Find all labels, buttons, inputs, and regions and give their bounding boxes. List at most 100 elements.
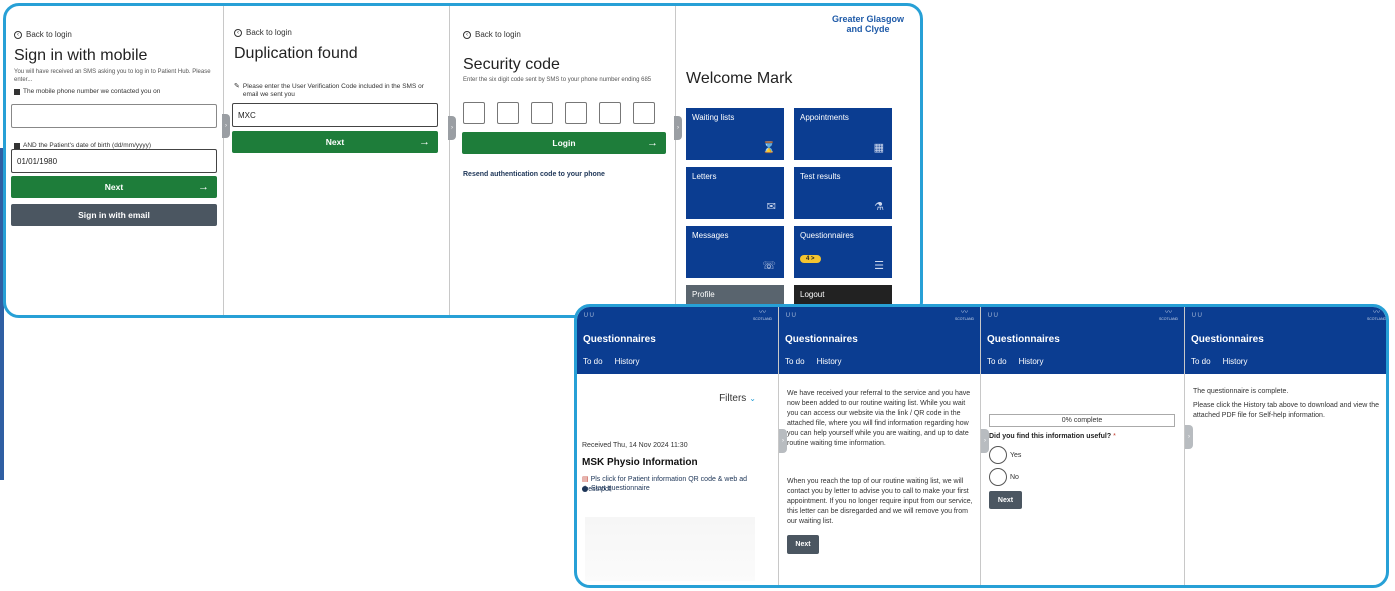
page-title: Duplication found — [234, 45, 358, 62]
welcome-heading: Welcome Mark — [686, 70, 793, 87]
login-button[interactable]: Login → — [462, 132, 666, 154]
resend-code-link[interactable]: Resend authentication code to your phone — [463, 171, 605, 178]
pdf-icon: ▤ — [582, 476, 589, 483]
microscope-icon: ⚗ — [874, 201, 884, 213]
tab-todo[interactable]: To do — [1191, 357, 1211, 366]
phone-label: The mobile phone number we contacted you… — [14, 88, 219, 96]
app-header: ∪∪ 〰 SCOTLAND Questionnaires To do Histor… — [779, 307, 980, 374]
page-title: Questionnaires — [987, 334, 1060, 345]
tile-appointments[interactable]: Appointments ▦ — [794, 108, 892, 160]
chat-icon: ☏ — [762, 260, 776, 272]
questionnaire-flow-frame: ∪∪ 〰 SCOTLAND Questionnaires To do Histor… — [574, 304, 1389, 588]
tab-bar: To do History — [987, 357, 1043, 366]
tile-messages[interactable]: Messages ☏ — [686, 226, 784, 278]
blurred-area — [585, 517, 755, 581]
sign-in-email-button[interactable]: Sign in with email — [11, 204, 217, 226]
page-title: Questionnaires — [583, 334, 656, 345]
calendar-icon: ▦ — [873, 142, 884, 154]
radio-circle[interactable] — [989, 468, 1007, 486]
complete-message: The questionnaire is complete. — [1193, 388, 1289, 395]
tile-waiting-lists[interactable]: Waiting lists ⌛ — [686, 108, 784, 160]
app-header: ∪∪ 〰 SCOTLAND Questionnaires To do Histor… — [981, 307, 1184, 374]
tile-test-results[interactable]: Test results ⚗ — [794, 167, 892, 219]
tab-bar: To do History — [583, 357, 639, 366]
back-to-login-link[interactable]: ‹ Back to login — [234, 28, 292, 37]
question-text: Did you find this information useful? * — [989, 433, 1116, 440]
next-button[interactable]: Next → — [232, 131, 438, 153]
security-code-screen: ‹ Back to login Security code Enter the … — [450, 6, 682, 315]
next-button[interactable]: Next → — [11, 176, 217, 198]
tab-todo[interactable]: To do — [583, 357, 603, 366]
app-header: ∪∪ 〰 SCOTLAND Questionnaires To do Histor… — [1185, 307, 1386, 374]
questionnaires-list-screen: ∪∪ 〰 SCOTLAND Questionnaires To do Histor… — [577, 307, 779, 585]
phone-input[interactable] — [11, 104, 217, 128]
collage: ‹ Back to login Sign in with mobile You … — [0, 0, 1395, 591]
code-digit-6[interactable] — [633, 102, 655, 124]
questionnaire-heading: MSK Physio Information — [582, 457, 698, 468]
dob-input[interactable]: 01/01/1980 — [11, 149, 217, 173]
hourglass-icon: ⌛ — [762, 142, 776, 154]
tab-history[interactable]: History — [817, 357, 842, 366]
radio-yes[interactable]: Yes — [989, 446, 1021, 464]
tab-history[interactable]: History — [615, 357, 640, 366]
page-title: Questionnaires — [785, 334, 858, 345]
filters-button[interactable]: Filters ⌄ — [719, 393, 756, 404]
sign-in-mobile-screen: ‹ Back to login Sign in with mobile You … — [6, 6, 230, 315]
tab-todo[interactable]: To do — [785, 357, 805, 366]
tab-history[interactable]: History — [1019, 357, 1044, 366]
scotland-logo: 〰 SCOTLAND — [752, 309, 772, 321]
start-questionnaire-link[interactable]: Start questionnaire — [582, 485, 650, 492]
code-hint: Enter the six digit code sent by SMS to … — [463, 77, 652, 83]
tab-history[interactable]: History — [1223, 357, 1248, 366]
tile-questionnaires[interactable]: Questionnaires 4 > ☰ — [794, 226, 892, 278]
history-instructions: Please click the History tab above to do… — [1193, 402, 1379, 419]
chevron-down-icon: ⌄ — [749, 394, 756, 403]
intro-text: You will have received an SMS asking you… — [14, 69, 211, 83]
progress-indicator: 0% complete — [989, 414, 1175, 427]
received-date: Received Thu, 14 Nov 2024 11:30 — [582, 442, 688, 449]
nhs-logo-icon: ∪∪ — [987, 310, 999, 319]
flow-arrow-icon: › — [779, 429, 787, 453]
radio-circle[interactable] — [989, 446, 1007, 464]
clipboard-icon: ☰ — [874, 260, 884, 272]
scotland-logo: 〰 SCOTLAND — [1158, 309, 1178, 321]
tab-todo[interactable]: To do — [987, 357, 1007, 366]
next-button[interactable]: Next — [989, 491, 1022, 509]
arrow-right-icon: → — [647, 137, 658, 149]
nhs-logo-icon: ∪∪ — [785, 310, 797, 319]
back-arrow-icon: ‹ — [14, 30, 22, 39]
code-digit-2[interactable] — [497, 102, 519, 124]
back-to-login-link[interactable]: ‹ Back to login — [463, 30, 521, 39]
radio-no[interactable]: No — [989, 468, 1019, 486]
back-arrow-icon: ‹ — [463, 30, 471, 39]
nhs-logo-icon: ∪∪ — [1191, 310, 1203, 319]
duplication-found-screen: ‹ Back to login Duplication found ✎ Plea… — [224, 6, 456, 315]
questionnaires-count-badge: 4 > — [800, 255, 821, 263]
scotland-logo: 〰 SCOTLAND — [1366, 309, 1386, 321]
scotland-logo: 〰 SCOTLAND — [954, 309, 974, 321]
back-to-login-link[interactable]: ‹ Back to login — [14, 30, 72, 39]
page-title: Questionnaires — [1191, 334, 1264, 345]
next-button[interactable]: Next — [787, 535, 819, 554]
flow-arrow-icon: › — [1185, 425, 1193, 449]
welcome-dashboard-screen: Greater Glasgow and Clyde Welcome Mark W… — [676, 6, 920, 315]
code-digit-5[interactable] — [599, 102, 621, 124]
arrow-right-icon: → — [198, 181, 209, 193]
info-paragraph-2: When you reach the top of our routine wa… — [787, 478, 973, 525]
code-digit-1[interactable] — [463, 102, 485, 124]
flow-arrow-icon: › — [981, 429, 989, 453]
nhs-logo-icon: ∪∪ — [583, 310, 595, 319]
questionnaire-complete-screen: ∪∪ 〰 SCOTLAND Questionnaires To do Histor… — [1185, 307, 1386, 585]
tab-bar: To do History — [1191, 357, 1247, 366]
phone-icon — [14, 89, 20, 95]
verification-code-input[interactable]: MXC — [232, 103, 438, 127]
nhs-ggc-logo: Greater Glasgow and Clyde — [831, 14, 904, 34]
page-title: Security code — [463, 56, 560, 73]
envelope-icon: ✉ — [766, 201, 776, 213]
tile-letters[interactable]: Letters ✉ — [686, 167, 784, 219]
code-digit-3[interactable] — [531, 102, 553, 124]
code-digit-4[interactable] — [565, 102, 587, 124]
info-icon — [582, 485, 588, 492]
arrow-right-icon: → — [419, 136, 430, 148]
app-header: ∪∪ 〰 SCOTLAND Questionnaires To do Histor… — [577, 307, 778, 374]
